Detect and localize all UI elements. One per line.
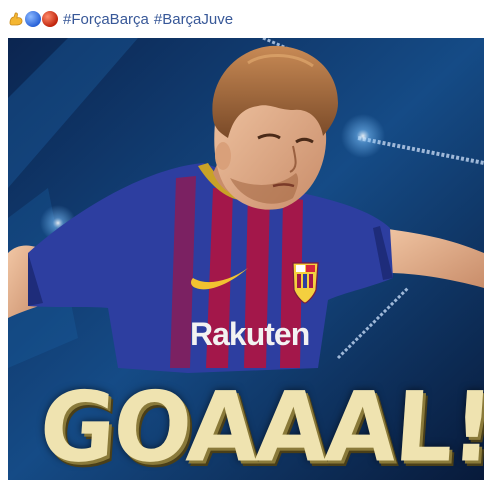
shirt-sponsor: Rakuten: [190, 316, 310, 352]
blue-circle-icon: [25, 11, 41, 27]
red-circle-icon: [42, 11, 58, 27]
flexed-biceps-icon: [8, 11, 24, 27]
hashtag-forcabarca[interactable]: #ForçaBarça: [63, 11, 149, 28]
post-caption: #ForçaBarça #BarçaJuve: [8, 8, 488, 30]
hashtag-barcajuve[interactable]: #BarçaJuve: [154, 11, 233, 28]
goal-headline: GOAAAL!!!: [36, 371, 484, 480]
post-image[interactable]: Rakuten GOAAAL!!!: [8, 38, 484, 480]
